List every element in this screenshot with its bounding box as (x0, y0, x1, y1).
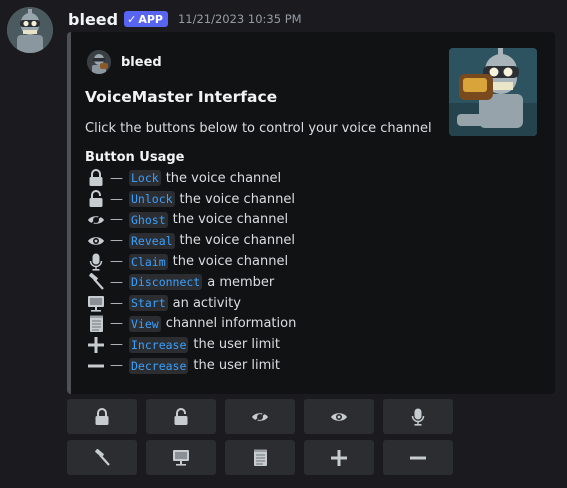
usage-command: Ghost (129, 211, 168, 228)
usage-text: the voice channel (165, 170, 282, 186)
usage-dash: — (110, 170, 123, 186)
usage-text: channel information (165, 316, 297, 332)
bot-avatar[interactable] (7, 7, 53, 53)
usage-text: the voice channel (179, 191, 295, 207)
usage-text: an activity (172, 295, 241, 311)
embed-author-name: bleed (121, 54, 162, 70)
usage-command: Unlock (129, 191, 175, 208)
usage-dash: — (110, 337, 123, 353)
app-badge-label: APP (138, 12, 163, 26)
minus-icon (85, 357, 107, 375)
usage-row-reveal: — Reveal the voice channel (85, 230, 296, 251)
microphone-icon (411, 408, 425, 426)
hammer-icon (85, 273, 107, 291)
usage-command: View (129, 315, 161, 332)
usage-command: Decrease (129, 357, 189, 374)
usage-row-increase: — Increase the user limit (85, 334, 296, 355)
claim-button[interactable] (383, 399, 453, 434)
app-badge: ✓ APP (124, 11, 168, 27)
message-header: bleed ✓ APP 11/21/2023 10:35 PM (68, 8, 302, 30)
eye-icon (85, 232, 107, 250)
view-button[interactable] (225, 440, 295, 475)
usage-dash: — (110, 274, 123, 290)
lock-icon (94, 407, 110, 426)
verified-check-icon: ✓ (127, 12, 137, 26)
ghost-eye-icon (85, 211, 107, 229)
button-grid (67, 399, 453, 481)
notepad-icon (253, 449, 268, 467)
monitor-icon (172, 449, 190, 466)
usage-command: Lock (129, 170, 161, 187)
ghost-button[interactable] (225, 399, 295, 434)
timestamp: 11/21/2023 10:35 PM (177, 12, 302, 26)
microphone-icon (85, 253, 107, 271)
usage-dash: — (110, 212, 123, 228)
plus-icon (331, 449, 347, 466)
usage-command: Claim (129, 253, 168, 270)
eye-icon (330, 410, 348, 424)
usage-list: — Lock the voice channel — Unlock the vo… (85, 168, 296, 376)
embed-thumbnail (449, 48, 537, 136)
reveal-button[interactable] (304, 399, 374, 434)
usage-command: Increase (129, 336, 189, 353)
usage-command: Start (129, 295, 168, 312)
notepad-icon (85, 315, 107, 333)
embed-author: bleed (87, 50, 162, 74)
unlock-icon (173, 407, 189, 426)
hammer-icon (93, 448, 111, 467)
ghost-eye-icon (251, 409, 269, 424)
button-row-1 (67, 399, 453, 434)
usage-row-view: — View channel information (85, 314, 296, 335)
lock-button[interactable] (67, 399, 137, 434)
minus-icon (410, 450, 426, 466)
usage-text: the voice channel (179, 233, 295, 249)
usage-row-disconnect: — Disconnect a member (85, 272, 296, 293)
button-row-2 (67, 440, 453, 475)
start-activity-button[interactable] (146, 440, 216, 475)
usage-row-decrease: — Decrease the user limit (85, 355, 296, 376)
usage-text: the user limit (193, 337, 280, 353)
usage-text: the voice channel (172, 254, 289, 270)
disconnect-button[interactable] (67, 440, 137, 475)
usage-row-claim: — Claim the voice channel (85, 251, 296, 272)
usage-row-unlock: — Unlock the voice channel (85, 189, 296, 210)
usage-dash: — (110, 254, 123, 270)
embed-title: VoiceMaster Interface (85, 88, 278, 106)
usage-dash: — (110, 316, 123, 332)
username[interactable]: bleed (68, 10, 118, 29)
lock-icon (85, 169, 107, 187)
usage-heading: Button Usage (85, 150, 185, 165)
increase-limit-button[interactable] (304, 440, 374, 475)
usage-dash: — (110, 358, 123, 374)
usage-dash: — (110, 233, 123, 249)
usage-command: Reveal (129, 232, 175, 249)
monitor-icon (85, 294, 107, 312)
usage-row-lock: — Lock the voice channel (85, 168, 296, 189)
decrease-limit-button[interactable] (383, 440, 453, 475)
unlock-icon (85, 190, 107, 208)
author-icon (87, 50, 111, 74)
usage-command: Disconnect (129, 274, 203, 291)
unlock-button[interactable] (146, 399, 216, 434)
usage-text: a member (207, 274, 275, 290)
plus-icon (85, 336, 107, 354)
usage-row-start: — Start an activity (85, 293, 296, 314)
usage-dash: — (110, 191, 123, 207)
usage-row-ghost: — Ghost the voice channel (85, 210, 296, 231)
embed: bleed VoiceMaster Interface Click the bu… (67, 32, 555, 394)
usage-text: the user limit (193, 358, 280, 374)
usage-text: the voice channel (172, 212, 289, 228)
usage-dash: — (110, 295, 123, 311)
embed-description: Click the buttons below to control your … (85, 121, 432, 136)
